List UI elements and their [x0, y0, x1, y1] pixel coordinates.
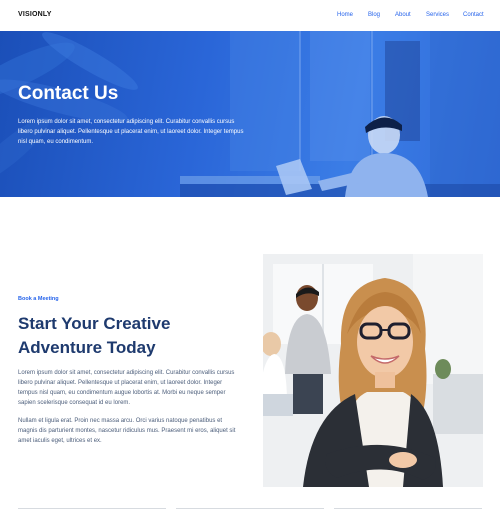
smiling-woman-illustration [263, 254, 483, 487]
section-paragraph-1: Lorem ipsum dolor sit amet, consectetur … [18, 370, 235, 406]
card-divider-2 [176, 508, 324, 509]
top-navigation-bar: VISIONLY Home Blog About Services Contac… [0, 0, 500, 31]
section-paragraph-2: Nullam et ligula erat. Proin nec massa a… [18, 418, 236, 444]
nav-services-link[interactable]: Services [426, 12, 449, 18]
card-divider-3 [334, 508, 482, 509]
hero-banner: Contact Us Lorem ipsum dolor sit amet, c… [0, 31, 500, 197]
book-meeting-label: Book a Meeting [18, 296, 59, 302]
nav-home-link[interactable]: Home [337, 12, 353, 18]
hero-description: Lorem ipsum dolor sit amet, consectetur … [18, 119, 244, 145]
hero-title: Contact Us [18, 83, 119, 104]
card-divider-1 [18, 508, 166, 509]
section-heading: Start Your Creative Adventure Today [18, 314, 171, 357]
brand-logo[interactable]: VISIONLY [18, 11, 52, 18]
nav-contact-link[interactable]: Contact [463, 12, 484, 18]
nav-blog-link[interactable]: Blog [368, 12, 380, 18]
hero-background-photo [0, 31, 500, 197]
team-photo [263, 254, 483, 487]
nav-about-link[interactable]: About [395, 12, 411, 18]
